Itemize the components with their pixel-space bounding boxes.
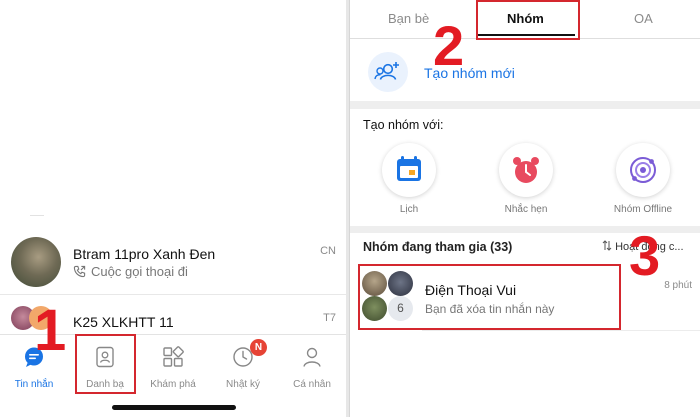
home-indicator [112, 405, 236, 410]
divider [422, 330, 700, 331]
grid-icon [162, 346, 184, 373]
tab-label: Cá nhân [293, 379, 331, 390]
tab-explore[interactable]: Khám phá [140, 335, 206, 395]
feature-offline-group[interactable]: Nhóm Offline [608, 143, 678, 215]
chat-name: Btram 11pro Xanh Đen [73, 246, 216, 262]
right-screen: Bạn bè Nhóm OA 2 Tạo nhóm mới Tạo nhóm v… [349, 0, 700, 417]
feature-label: Nhóm Offline [613, 204, 673, 215]
divider [30, 215, 44, 216]
notification-badge: N [250, 339, 267, 356]
chat-time: CN [320, 245, 336, 257]
left-screen: Btram 11pro Xanh Đen CN Cuộc gọi thoại đ… [0, 0, 347, 417]
feature-reminder[interactable]: Nhắc hẹn [491, 143, 561, 215]
feature-label: Nhắc hẹn [504, 204, 548, 215]
highlight-box-contacts [75, 334, 136, 394]
add-group-icon[interactable] [368, 52, 408, 92]
step-number-3: 3 [629, 224, 661, 287]
joined-groups-heading: Nhóm đang tham gia (33) [363, 240, 513, 254]
tab-label: Nhật ký [226, 379, 260, 390]
tab-profile[interactable]: Cá nhân [279, 335, 345, 395]
divider [0, 294, 346, 295]
group-time: 8 phút [664, 280, 692, 291]
highlight-box-group [358, 264, 621, 330]
chat-time: T7 [323, 312, 336, 324]
tab-oa[interactable]: OA [634, 11, 653, 26]
avatar[interactable] [11, 237, 61, 287]
step-number-1: 1 [34, 298, 67, 363]
alarm-clock-icon [499, 143, 553, 197]
highlight-box-groups-tab [476, 0, 580, 40]
create-with-heading: Tạo nhóm với: [363, 118, 444, 132]
orbit-icon [616, 143, 670, 197]
person-icon [302, 346, 322, 373]
feature-label: Lịch [399, 204, 419, 215]
tab-label: Tin nhắn [14, 379, 54, 390]
create-group-button[interactable]: Tạo nhóm mới [424, 65, 515, 81]
tab-label: Khám phá [150, 379, 196, 390]
chat-preview-text: Cuộc gọi thoại đi [91, 264, 188, 279]
chat-preview: Cuộc gọi thoại đi [73, 264, 188, 279]
calendar-icon [382, 143, 436, 197]
feature-calendar[interactable]: Lịch [374, 143, 444, 215]
section-separator [350, 101, 700, 109]
sort-icon [602, 240, 612, 251]
tab-friends[interactable]: Bạn bè [388, 11, 429, 26]
chat-name: K25 XLKHTT 11 [73, 314, 174, 330]
outgoing-call-icon [73, 265, 86, 278]
